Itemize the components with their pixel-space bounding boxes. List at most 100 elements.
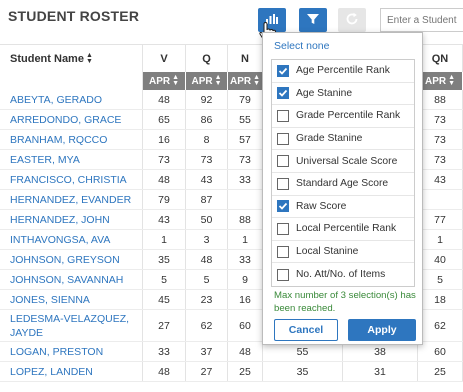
subheader-name-spacer [0, 72, 143, 90]
subheader-v-apr[interactable]: APR ▲ ▼ [143, 72, 186, 90]
score-cell-q: 50 [186, 210, 228, 229]
column-header-n: N [228, 44, 263, 72]
score-cell-q: 5 [186, 270, 228, 289]
score-cell-q: 27 [186, 362, 228, 381]
score-option-label: No. Att/No. of Items [296, 269, 386, 281]
column-header-qn: QN [418, 44, 463, 72]
score-cell-q: 3 [186, 230, 228, 249]
score-cell-n: 1 [228, 230, 263, 249]
student-name-link[interactable]: EASTER, MYA [0, 150, 143, 169]
filter-button[interactable] [299, 8, 327, 32]
subheader-qn-apr[interactable]: APR ▲ ▼ [418, 72, 463, 90]
student-name-link[interactable]: ARREDONDO, GRACE [0, 110, 143, 129]
score-option-label: Raw Score [296, 200, 347, 212]
subheader-label: APR [148, 75, 171, 87]
student-name-link[interactable]: LOPEZ, LANDEN [0, 362, 143, 381]
score-cell-n: 25 [228, 362, 263, 381]
sort-icon: ▲ ▼ [214, 74, 222, 87]
score-option[interactable]: Local Percentile Rank [272, 218, 414, 241]
score-type-dropdown: Select none Age Percentile Rank Age Stani… [262, 32, 423, 345]
score-cell-qn: 77 [418, 210, 463, 229]
student-search-input[interactable] [380, 8, 463, 32]
score-cell-q: 92 [186, 90, 228, 109]
subheader-q-apr[interactable]: APR ▲ ▼ [186, 72, 228, 90]
student-name-link[interactable]: HERNANDEZ, JOHN [0, 210, 143, 229]
score-cell-qn: 62 [418, 310, 463, 341]
score-cell-q: 37 [186, 342, 228, 361]
refresh-button[interactable] [338, 8, 366, 32]
score-option[interactable]: Age Percentile Rank [272, 60, 414, 83]
score-cell-q: 23 [186, 290, 228, 309]
score-option[interactable]: No. Att/No. of Items [272, 263, 414, 286]
score-cell-n: 33 [228, 250, 263, 269]
score-cell-v: 79 [143, 190, 186, 209]
score-cell-qn: 43 [418, 170, 463, 189]
score-cell-v: 48 [143, 90, 186, 109]
score-option-label: Standard Age Score [296, 178, 389, 190]
subheader-label: APR [424, 75, 447, 87]
subheader-n-apr[interactable]: APR ▲ ▼ [228, 72, 263, 90]
score-cell-n [228, 190, 263, 209]
score-cell-qn: 73 [418, 130, 463, 149]
score-option-label: Grade Stanine [296, 133, 363, 145]
checkbox-icon[interactable] [277, 109, 289, 122]
score-cell-q: 86 [186, 110, 228, 129]
column-header-v: V [143, 44, 186, 72]
score-cell-qn: 25 [418, 362, 463, 381]
score-cell-v: 16 [143, 130, 186, 149]
score-option[interactable]: Age Stanine [272, 83, 414, 106]
score-cell-n: 79 [228, 90, 263, 109]
student-name-link[interactable]: FRANCISCO, CHRISTIA [0, 170, 143, 189]
student-name-link[interactable]: JONES, SIENNA [0, 290, 143, 309]
checkbox-icon[interactable] [277, 222, 289, 235]
score-cell-v: 45 [143, 290, 186, 309]
selection-limit-message: Max number of 3 selection(s) has been re… [274, 290, 416, 314]
score-cell-v: 5 [143, 270, 186, 289]
score-option[interactable]: Local Stanine [272, 241, 414, 264]
student-name-link[interactable]: LOGAN, PRESTON [0, 342, 143, 361]
student-name-link[interactable]: BRANHAM, RQCCO [0, 130, 143, 149]
select-none-link[interactable]: Select none [274, 40, 329, 52]
score-cell-qn: 40 [418, 250, 463, 269]
score-cell-q: 43 [186, 170, 228, 189]
student-name-link[interactable]: JOHNSON, GREYSON [0, 250, 143, 269]
score-cell-q: 62 [186, 310, 228, 341]
score-cell-q: 73 [186, 150, 228, 169]
score-option-label: Grade Percentile Rank [296, 110, 401, 122]
student-name-link[interactable]: LEDESMA-VELAZQUEZ, JAYDE [0, 310, 143, 341]
checkbox-checked-icon[interactable] [277, 87, 289, 100]
checkbox-icon[interactable] [277, 268, 289, 281]
sort-icon: ▲ ▼ [85, 51, 93, 65]
checkbox-checked-icon[interactable] [277, 200, 289, 213]
checkbox-icon[interactable] [277, 245, 289, 258]
score-option[interactable]: Universal Scale Score [272, 150, 414, 173]
student-name-link[interactable]: INTHAVONGSA, AVA [0, 230, 143, 249]
score-cell-n: 33 [228, 170, 263, 189]
checkbox-icon[interactable] [277, 155, 289, 168]
score-cell-qn: 1 [418, 230, 463, 249]
student-name-header[interactable]: Student Name ▲ ▼ [0, 44, 143, 72]
score-cell-n: 88 [228, 210, 263, 229]
score-cell-q: 8 [186, 130, 228, 149]
student-name-link[interactable]: JOHNSON, SAVANNAH [0, 270, 143, 289]
score-cell-n: 55 [228, 110, 263, 129]
score-cell-n: 73 [228, 150, 263, 169]
score-cell-n: 48 [228, 342, 263, 361]
score-cell-v: 1 [143, 230, 186, 249]
student-name-link[interactable]: ABEYTA, GERADO [0, 90, 143, 109]
checkbox-checked-icon[interactable] [277, 64, 289, 77]
score-option-label: Local Percentile Rank [296, 223, 397, 235]
score-option-label: Age Stanine [296, 87, 353, 99]
score-option[interactable]: Grade Percentile Rank [272, 105, 414, 128]
apply-button[interactable]: Apply [348, 319, 416, 341]
score-option[interactable]: Standard Age Score [272, 173, 414, 196]
score-option[interactable]: Grade Stanine [272, 128, 414, 151]
column-header-q: Q [186, 44, 228, 72]
score-cell-qn [418, 190, 463, 209]
score-option[interactable]: Raw Score [272, 196, 414, 219]
cancel-button[interactable]: Cancel [274, 319, 338, 341]
checkbox-icon[interactable] [277, 132, 289, 145]
checkbox-icon[interactable] [277, 177, 289, 190]
student-name-link[interactable]: HERNANDEZ, EVANDER [0, 190, 143, 209]
score-cell-x2: 31 [343, 362, 418, 381]
